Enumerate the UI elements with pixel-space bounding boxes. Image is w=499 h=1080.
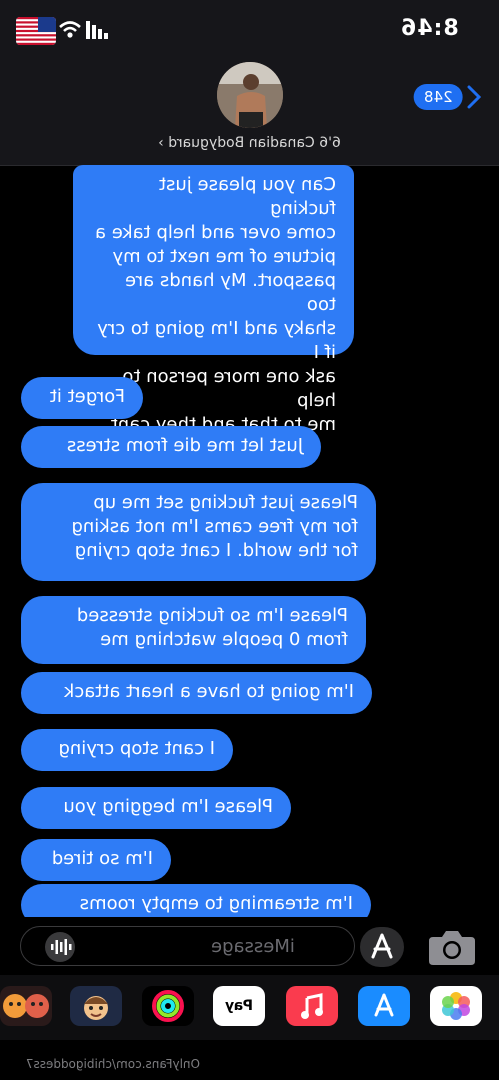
photos-app-icon[interactable] [430, 986, 482, 1026]
app-store-app-icon[interactable] [358, 986, 410, 1026]
status-time: 8:46 [400, 16, 459, 41]
contact-name[interactable]: 6'6 Canadian Bodyguard › [0, 135, 499, 151]
apple-pay-app-icon[interactable]: Pay [213, 986, 265, 1026]
message-bubble[interactable]: Please just fucking set me up for my fre… [21, 483, 376, 581]
app-store-icon[interactable] [360, 927, 404, 967]
message-thread[interactable]: Can you please just fucking come over an… [0, 165, 499, 917]
memoji-app-icon[interactable] [70, 986, 122, 1026]
wifi-icon [59, 21, 81, 38]
message-bubble[interactable]: Can you please just fucking come over an… [73, 165, 354, 435]
back-button[interactable]: 248 [414, 82, 481, 112]
watermark-url: OnlyFans.com/chibigoddess7 [25, 1057, 200, 1071]
music-app-icon[interactable] [286, 986, 338, 1026]
message-bubble[interactable]: I cant stop crying [21, 729, 233, 771]
conversation-header: 8:46 248 6'6 Canadian Bodyguard › [0, 0, 499, 166]
message-bubble[interactable]: I'm so tired [21, 839, 171, 881]
contact-avatar[interactable] [217, 62, 283, 128]
camera-icon[interactable] [427, 927, 477, 967]
message-bubble[interactable]: Please I'm so fucking stressed from 0 pe… [21, 596, 366, 664]
message-bubble[interactable]: Just let me die from stress [21, 426, 321, 468]
app-drawer: Pay [0, 975, 499, 1040]
message-bubble[interactable]: I'm streaming to empty rooms [21, 884, 371, 917]
message-bubble[interactable]: I'm going to have a heart attack [21, 672, 372, 714]
composer-bar: iMessage [0, 917, 499, 975]
cellular-signal-icon [86, 21, 108, 39]
chevron-right-icon [467, 85, 481, 109]
message-input[interactable]: iMessage [20, 926, 355, 966]
message-bubble[interactable]: Forget it [21, 377, 143, 419]
us-flag-icon [16, 17, 56, 45]
unread-count-badge: 248 [414, 84, 463, 110]
message-bubble[interactable]: Please I'm begging you [21, 787, 291, 829]
activity-app-icon[interactable] [142, 986, 194, 1026]
audio-waveform-icon[interactable] [45, 932, 75, 962]
stickers-app-icon[interactable] [0, 986, 52, 1026]
